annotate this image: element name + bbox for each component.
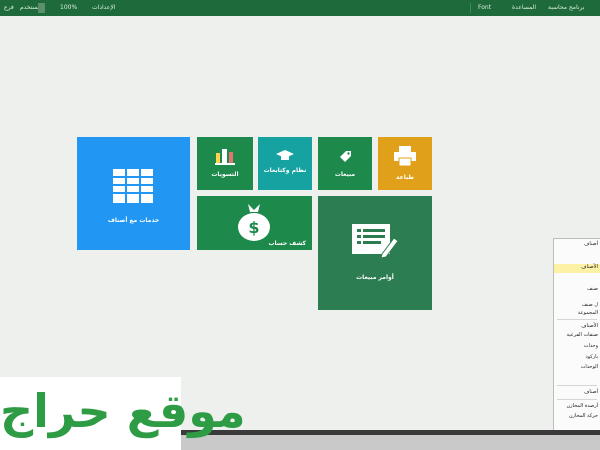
menu-divider [557,319,597,320]
topbar-separator [470,3,471,13]
tag-icon [340,151,351,162]
tile-settlements-label: التسويات [211,171,239,178]
menu-item[interactable]: صنفات الفرعية [567,332,598,338]
tile-systems[interactable]: نظام وكتابعات [258,137,312,190]
menu-item[interactable]: باركود [585,354,598,360]
printer-icon [394,146,416,166]
menu-item[interactable]: أرصدة المخازن [566,403,598,409]
menu-item[interactable]: المجموعة [578,310,598,316]
watermark-logo-text: موقع حراج [0,384,246,438]
tile-print[interactable]: طباعة [378,137,432,190]
tile-sales-label: مبيعات [334,171,356,178]
menu-item[interactable]: أصناف [584,389,598,395]
tile-print-label: طباعة [395,174,415,181]
tile-items-services-label: خدمات مع أصناف [107,217,160,224]
app-title: برنامج محاسبة [548,4,585,11]
edit-document-icon [352,224,398,258]
menu-item-selected[interactable]: الأصناف [554,264,600,273]
tile-sales[interactable]: مبيعات [318,137,372,190]
tile-account-statement[interactable]: $ كشف حساب [197,196,312,250]
menu-item[interactable]: حركة المخازن [569,413,598,419]
menu-item[interactable]: أصناف [584,241,598,247]
svg-text:$: $ [248,218,259,237]
menu-divider [557,385,597,386]
tile-sales-orders[interactable]: أوامر مبيعات [318,196,432,310]
menu-item[interactable]: وحدات [584,343,598,349]
topbar-font[interactable]: Font [478,4,491,11]
watermark: موقع حراج [0,377,246,450]
menu-divider [557,399,597,400]
zoom-control[interactable] [38,3,45,13]
table-grid-icon [113,169,153,203]
graduation-cap-icon [276,150,294,160]
items-context-menu: أصناف الأصناف صنف ل صنف المجموعة الأصناف… [553,238,600,430]
topbar-settings[interactable]: الإعدادات [92,4,115,11]
bottles-icon [215,149,235,165]
zoom-level: 100% [60,4,78,11]
tile-settlements[interactable]: التسويات [197,137,253,190]
menu-item[interactable]: صنف [587,286,598,292]
money-bag-icon: $ [238,204,270,241]
topbar-help[interactable]: المساعدة [512,4,536,11]
tile-account-statement-label: كشف حساب [268,240,306,247]
menu-item[interactable]: الوحدات [581,364,598,370]
tile-systems-label: نظام وكتابعات [263,167,307,174]
tile-sales-orders-label: أوامر مبيعات [356,274,394,281]
menu-item[interactable]: الأصناف [581,323,598,329]
menu-item[interactable]: ل صنف [582,302,598,308]
topbar-branch[interactable]: فرع [4,4,14,11]
title-bar: فرع المستخدم 100% الإعدادات Font المساعد… [0,0,600,16]
tile-items-services[interactable]: خدمات مع أصناف [77,137,190,250]
